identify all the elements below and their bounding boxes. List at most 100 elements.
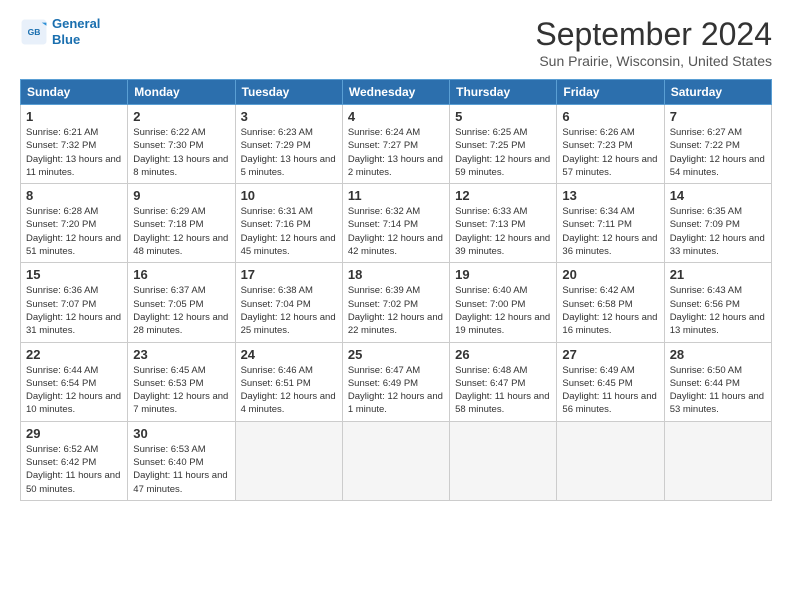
calendar-cell: 4 Sunrise: 6:24 AM Sunset: 7:27 PM Dayli… (342, 105, 449, 184)
day-number: 9 (133, 188, 229, 203)
day-number: 25 (348, 347, 444, 362)
page: GB General Blue September 2024 Sun Prair… (0, 0, 792, 612)
calendar-cell: 25 Sunrise: 6:47 AM Sunset: 6:49 PM Dayl… (342, 342, 449, 421)
calendar-header-row: Sunday Monday Tuesday Wednesday Thursday… (21, 80, 772, 105)
calendar-cell: 9 Sunrise: 6:29 AM Sunset: 7:18 PM Dayli… (128, 184, 235, 263)
calendar-cell: 15 Sunrise: 6:36 AM Sunset: 7:07 PM Dayl… (21, 263, 128, 342)
day-info: Sunrise: 6:37 AM Sunset: 7:05 PM Dayligh… (133, 284, 229, 337)
day-number: 20 (562, 267, 658, 282)
day-number: 21 (670, 267, 766, 282)
day-info: Sunrise: 6:36 AM Sunset: 7:07 PM Dayligh… (26, 284, 122, 337)
day-number: 28 (670, 347, 766, 362)
header: GB General Blue September 2024 Sun Prair… (20, 16, 772, 69)
calendar-cell: 26 Sunrise: 6:48 AM Sunset: 6:47 PM Dayl… (450, 342, 557, 421)
calendar-cell: 19 Sunrise: 6:40 AM Sunset: 7:00 PM Dayl… (450, 263, 557, 342)
day-info: Sunrise: 6:49 AM Sunset: 6:45 PM Dayligh… (562, 364, 658, 417)
day-number: 17 (241, 267, 337, 282)
day-number: 4 (348, 109, 444, 124)
day-info: Sunrise: 6:53 AM Sunset: 6:40 PM Dayligh… (133, 443, 229, 496)
calendar-cell: 12 Sunrise: 6:33 AM Sunset: 7:13 PM Dayl… (450, 184, 557, 263)
day-info: Sunrise: 6:46 AM Sunset: 6:51 PM Dayligh… (241, 364, 337, 417)
calendar-cell (557, 421, 664, 500)
day-number: 7 (670, 109, 766, 124)
calendar: Sunday Monday Tuesday Wednesday Thursday… (20, 79, 772, 501)
col-tuesday: Tuesday (235, 80, 342, 105)
logo-line2: Blue (52, 32, 80, 47)
calendar-cell (235, 421, 342, 500)
day-info: Sunrise: 6:34 AM Sunset: 7:11 PM Dayligh… (562, 205, 658, 258)
day-info: Sunrise: 6:43 AM Sunset: 6:56 PM Dayligh… (670, 284, 766, 337)
day-info: Sunrise: 6:32 AM Sunset: 7:14 PM Dayligh… (348, 205, 444, 258)
day-info: Sunrise: 6:35 AM Sunset: 7:09 PM Dayligh… (670, 205, 766, 258)
day-number: 15 (26, 267, 122, 282)
day-info: Sunrise: 6:47 AM Sunset: 6:49 PM Dayligh… (348, 364, 444, 417)
calendar-cell: 17 Sunrise: 6:38 AM Sunset: 7:04 PM Dayl… (235, 263, 342, 342)
day-number: 14 (670, 188, 766, 203)
svg-text:GB: GB (28, 27, 41, 37)
day-info: Sunrise: 6:23 AM Sunset: 7:29 PM Dayligh… (241, 126, 337, 179)
day-number: 19 (455, 267, 551, 282)
day-number: 27 (562, 347, 658, 362)
day-info: Sunrise: 6:39 AM Sunset: 7:02 PM Dayligh… (348, 284, 444, 337)
day-number: 18 (348, 267, 444, 282)
day-number: 24 (241, 347, 337, 362)
day-number: 10 (241, 188, 337, 203)
calendar-cell: 20 Sunrise: 6:42 AM Sunset: 6:58 PM Dayl… (557, 263, 664, 342)
calendar-cell: 11 Sunrise: 6:32 AM Sunset: 7:14 PM Dayl… (342, 184, 449, 263)
day-info: Sunrise: 6:27 AM Sunset: 7:22 PM Dayligh… (670, 126, 766, 179)
calendar-cell: 3 Sunrise: 6:23 AM Sunset: 7:29 PM Dayli… (235, 105, 342, 184)
day-number: 1 (26, 109, 122, 124)
calendar-cell: 8 Sunrise: 6:28 AM Sunset: 7:20 PM Dayli… (21, 184, 128, 263)
day-number: 13 (562, 188, 658, 203)
day-number: 26 (455, 347, 551, 362)
calendar-cell: 10 Sunrise: 6:31 AM Sunset: 7:16 PM Dayl… (235, 184, 342, 263)
calendar-cell: 27 Sunrise: 6:49 AM Sunset: 6:45 PM Dayl… (557, 342, 664, 421)
calendar-cell (664, 421, 771, 500)
day-info: Sunrise: 6:29 AM Sunset: 7:18 PM Dayligh… (133, 205, 229, 258)
calendar-cell: 16 Sunrise: 6:37 AM Sunset: 7:05 PM Dayl… (128, 263, 235, 342)
day-info: Sunrise: 6:22 AM Sunset: 7:30 PM Dayligh… (133, 126, 229, 179)
col-wednesday: Wednesday (342, 80, 449, 105)
day-info: Sunrise: 6:26 AM Sunset: 7:23 PM Dayligh… (562, 126, 658, 179)
day-number: 16 (133, 267, 229, 282)
calendar-cell: 22 Sunrise: 6:44 AM Sunset: 6:54 PM Dayl… (21, 342, 128, 421)
calendar-cell: 5 Sunrise: 6:25 AM Sunset: 7:25 PM Dayli… (450, 105, 557, 184)
day-info: Sunrise: 6:50 AM Sunset: 6:44 PM Dayligh… (670, 364, 766, 417)
calendar-cell: 14 Sunrise: 6:35 AM Sunset: 7:09 PM Dayl… (664, 184, 771, 263)
day-info: Sunrise: 6:45 AM Sunset: 6:53 PM Dayligh… (133, 364, 229, 417)
calendar-cell (450, 421, 557, 500)
col-monday: Monday (128, 80, 235, 105)
day-number: 2 (133, 109, 229, 124)
col-sunday: Sunday (21, 80, 128, 105)
calendar-cell: 13 Sunrise: 6:34 AM Sunset: 7:11 PM Dayl… (557, 184, 664, 263)
calendar-cell (342, 421, 449, 500)
day-info: Sunrise: 6:33 AM Sunset: 7:13 PM Dayligh… (455, 205, 551, 258)
day-info: Sunrise: 6:31 AM Sunset: 7:16 PM Dayligh… (241, 205, 337, 258)
calendar-cell: 23 Sunrise: 6:45 AM Sunset: 6:53 PM Dayl… (128, 342, 235, 421)
calendar-cell: 29 Sunrise: 6:52 AM Sunset: 6:42 PM Dayl… (21, 421, 128, 500)
col-friday: Friday (557, 80, 664, 105)
calendar-cell: 1 Sunrise: 6:21 AM Sunset: 7:32 PM Dayli… (21, 105, 128, 184)
calendar-cell: 18 Sunrise: 6:39 AM Sunset: 7:02 PM Dayl… (342, 263, 449, 342)
day-number: 23 (133, 347, 229, 362)
logo: GB General Blue (20, 16, 100, 47)
day-info: Sunrise: 6:52 AM Sunset: 6:42 PM Dayligh… (26, 443, 122, 496)
day-info: Sunrise: 6:42 AM Sunset: 6:58 PM Dayligh… (562, 284, 658, 337)
day-number: 29 (26, 426, 122, 441)
day-number: 8 (26, 188, 122, 203)
calendar-cell: 2 Sunrise: 6:22 AM Sunset: 7:30 PM Dayli… (128, 105, 235, 184)
calendar-cell: 24 Sunrise: 6:46 AM Sunset: 6:51 PM Dayl… (235, 342, 342, 421)
calendar-cell: 21 Sunrise: 6:43 AM Sunset: 6:56 PM Dayl… (664, 263, 771, 342)
day-info: Sunrise: 6:40 AM Sunset: 7:00 PM Dayligh… (455, 284, 551, 337)
day-info: Sunrise: 6:28 AM Sunset: 7:20 PM Dayligh… (26, 205, 122, 258)
logo-line1: General (52, 16, 100, 31)
day-number: 5 (455, 109, 551, 124)
calendar-cell: 6 Sunrise: 6:26 AM Sunset: 7:23 PM Dayli… (557, 105, 664, 184)
day-number: 22 (26, 347, 122, 362)
day-number: 11 (348, 188, 444, 203)
day-number: 3 (241, 109, 337, 124)
day-info: Sunrise: 6:48 AM Sunset: 6:47 PM Dayligh… (455, 364, 551, 417)
day-info: Sunrise: 6:24 AM Sunset: 7:27 PM Dayligh… (348, 126, 444, 179)
title-block: September 2024 Sun Prairie, Wisconsin, U… (535, 16, 772, 69)
month-title: September 2024 (535, 16, 772, 53)
